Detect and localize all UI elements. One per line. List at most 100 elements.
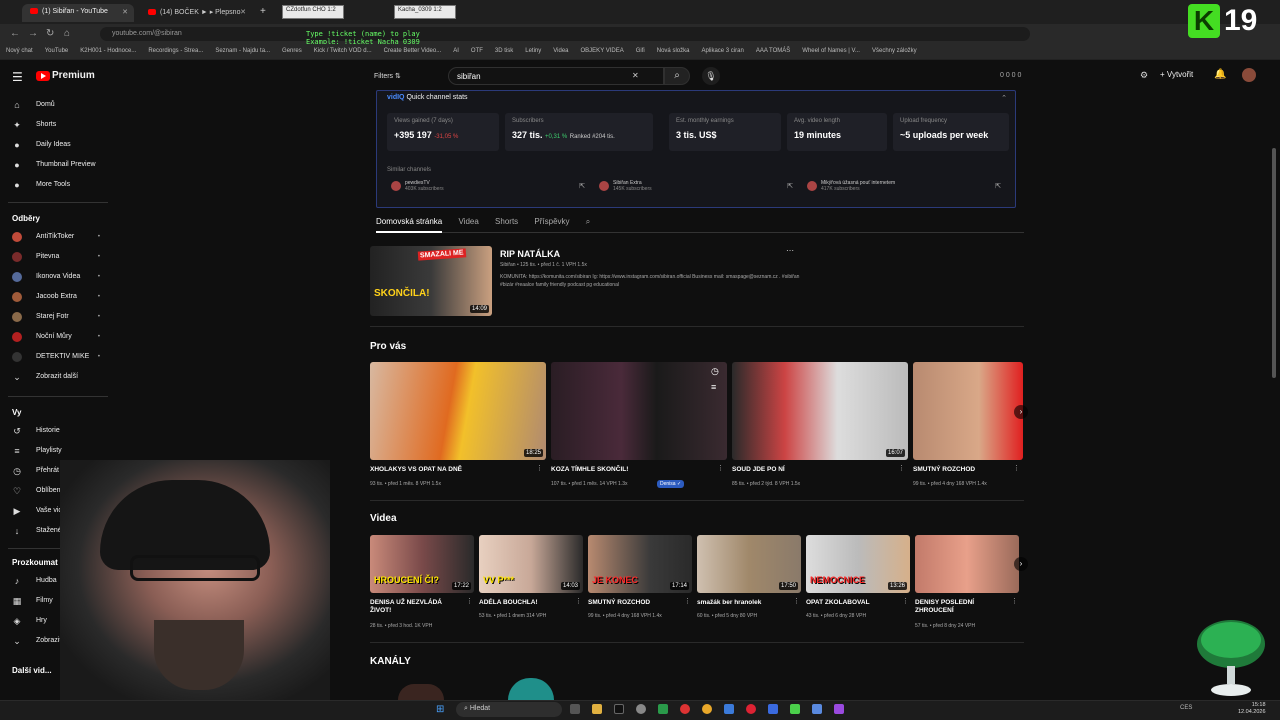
more-options-icon[interactable]: ⋮	[1011, 597, 1018, 605]
reload-icon[interactable]: ↻	[46, 28, 54, 39]
video-thumbnail[interactable]: NEMOCNICE 13:26	[806, 535, 910, 593]
mic-icon[interactable]: 🎙	[702, 67, 720, 85]
similar-channel[interactable]: Mikýřová úžasná pouť internetem 417K subs…	[807, 179, 1007, 195]
sidebar-item[interactable]: ≡ Playlisty	[0, 444, 118, 460]
sidebar-item-subscription[interactable]: Ikonova Videa •	[0, 270, 118, 286]
avatar[interactable]	[1242, 68, 1256, 82]
sidebar-heading-subscriptions[interactable]: Odběry	[12, 214, 40, 223]
start-icon[interactable]: ⊞	[436, 704, 444, 715]
bookmark-item[interactable]: Letiny	[525, 48, 541, 54]
browser-tab-youtube[interactable]: (1) Sibiřan - YouTube ✕	[22, 4, 134, 22]
forward-icon[interactable]: →	[28, 28, 38, 39]
close-tab-icon[interactable]: ✕	[240, 8, 246, 16]
system-tray[interactable]: CES	[1180, 705, 1192, 711]
pin-icon[interactable]: ⇱	[995, 182, 1001, 190]
opera-icon[interactable]	[746, 704, 756, 714]
bookmark-item[interactable]: AI	[453, 48, 459, 54]
tab-posts[interactable]: Příspěvky	[534, 217, 569, 226]
address-bar[interactable]: youtube.com/@sibiran	[100, 27, 1030, 41]
video-title[interactable]: KOZA TÍMHLE SKONČIL!	[551, 466, 713, 474]
more-options-icon[interactable]: ⋮	[902, 597, 909, 605]
tiktok-icon[interactable]	[614, 704, 624, 714]
bookmark-item[interactable]: Create Better Video...	[384, 48, 442, 54]
sidebar-item-subscription[interactable]: Pitevna •	[0, 250, 118, 266]
bookmark-item[interactable]: AAA TOMÁŠ	[756, 48, 790, 54]
bookmark-item[interactable]: Genres	[282, 48, 302, 54]
sidebar-item-subscription[interactable]: DETEKTIV MIKE •	[0, 350, 118, 366]
video-title[interactable]: ADÉLA BOUCHLA!	[479, 599, 569, 607]
video-thumbnail[interactable]: JE KONEC 17:14	[588, 535, 692, 593]
sidebar-item[interactable]: ↺ Historie	[0, 424, 118, 440]
bookmark-item[interactable]: Gifi	[636, 48, 645, 54]
next-arrow-icon[interactable]: ›	[1014, 405, 1028, 419]
more-options-icon[interactable]: ⋮	[793, 597, 800, 605]
more-options-icon[interactable]: ⋮	[717, 464, 724, 472]
bookmark-item[interactable]: Aplikace 3 ciran	[701, 48, 743, 54]
app-icon[interactable]	[812, 704, 822, 714]
add-to-queue-icon[interactable]: ≡	[711, 382, 716, 392]
more-options-icon[interactable]: ⋮	[536, 464, 543, 472]
similar-channel[interactable]: pewdiesTV 403K subscribers ⇱	[391, 179, 591, 195]
app-icon[interactable]	[790, 704, 800, 714]
channel-avatar[interactable]	[508, 678, 554, 700]
video-thumbnail[interactable]	[915, 535, 1019, 593]
sidebar-item[interactable]: ● Daily Ideas	[0, 138, 118, 154]
more-options-icon[interactable]: ⋮	[1013, 464, 1020, 472]
filters-button[interactable]: Filters ⇅	[374, 72, 401, 80]
video-thumbnail[interactable]: VV P*** 14:03	[479, 535, 583, 593]
bookmark-item[interactable]: Nový chat	[6, 48, 33, 54]
bookmark-item[interactable]: OTF	[471, 48, 483, 54]
video-thumbnail[interactable]: 16:07	[732, 362, 908, 460]
more-options-icon[interactable]: ⋮	[466, 597, 473, 605]
create-button[interactable]: + Vytvořit	[1160, 70, 1193, 79]
bookmark-item[interactable]: Kick / Twitch VOD d...	[314, 48, 372, 54]
more-options-icon[interactable]: ⋮	[898, 464, 905, 472]
sidebar-item[interactable]: ✦ Shorts	[0, 118, 118, 134]
featured-title[interactable]: RIP NATÁLKA	[500, 249, 560, 259]
channel-search-icon[interactable]: ⌕	[586, 217, 590, 226]
sidebar-item[interactable]: ● Thumbnail Preview	[0, 158, 118, 174]
sidebar-item-subscription[interactable]: Starej Fotr •	[0, 310, 118, 326]
menu-icon[interactable]: ☰	[12, 70, 23, 84]
pin-icon[interactable]: ⇱	[787, 182, 793, 190]
more-options-icon[interactable]: ⋮	[575, 597, 582, 605]
bookmark-item[interactable]: 3D tisk	[495, 48, 513, 54]
notifications-icon[interactable]: 🔔	[1214, 69, 1226, 80]
bookmark-item[interactable]: K2H001 - Hodnoce...	[80, 48, 136, 54]
file-explorer-icon[interactable]	[592, 704, 602, 714]
tab-home[interactable]: Domovská stránka	[376, 217, 442, 226]
bookmark-item[interactable]: Recordings - Strea...	[148, 48, 203, 54]
close-tab-icon[interactable]: ✕	[122, 8, 128, 16]
channel-avatar[interactable]	[398, 684, 444, 700]
more-options-icon[interactable]: ⋯	[786, 246, 794, 255]
search-button[interactable]: ⌕	[664, 67, 690, 85]
clear-search-icon[interactable]: ✕	[632, 71, 639, 80]
more-options-icon[interactable]: ⋮	[684, 597, 691, 605]
task-view-icon[interactable]	[570, 704, 580, 714]
video-title[interactable]: OPAT ZKOLABOVAL	[806, 599, 896, 607]
taskbar-search[interactable]: ⌕ Hledat	[456, 702, 562, 717]
new-tab-icon[interactable]: +	[260, 6, 266, 17]
bookmark-item[interactable]: Wheel of Names | V...	[802, 48, 860, 54]
collapse-icon[interactable]: ⌃	[1001, 94, 1007, 102]
cast-icon[interactable]: ⚙	[1140, 70, 1148, 81]
video-title[interactable]: DENISA UŽ NEZVLÁDÁ ŽIVOT!	[370, 599, 460, 615]
video-title[interactable]: XHOLAKYS VS OPAT NA DNĚ	[370, 466, 532, 474]
app-icon[interactable]	[768, 704, 778, 714]
sidebar-heading-you[interactable]: Vy	[12, 408, 22, 417]
back-icon[interactable]: ←	[10, 28, 20, 39]
bookmark-item[interactable]: OBJEKY VIDEA	[581, 48, 624, 54]
video-thumbnail[interactable]	[913, 362, 1023, 460]
chrome-icon[interactable]	[702, 704, 712, 714]
video-title[interactable]: SOUD JDE PO NÍ	[732, 466, 894, 474]
tab-shorts[interactable]: Shorts	[495, 217, 518, 226]
home-browser-icon[interactable]: ⌂	[64, 28, 70, 39]
tab-videos[interactable]: Videa	[458, 217, 478, 226]
sidebar-item-subscription[interactable]: Noční Můry •	[0, 330, 118, 346]
show-more-button[interactable]: ⌄ Zobrazit další	[0, 370, 118, 386]
youtube-logo[interactable]: Premium	[36, 70, 95, 81]
sidebar-item[interactable]: ● More Tools	[0, 178, 118, 194]
video-title[interactable]: SMUTNÝ ROZCHOD	[913, 466, 1009, 474]
sidebar-item-subscription[interactable]: AntiTikToker •	[0, 230, 118, 246]
sidebar-item[interactable]: ⌂ Domů	[0, 98, 118, 114]
